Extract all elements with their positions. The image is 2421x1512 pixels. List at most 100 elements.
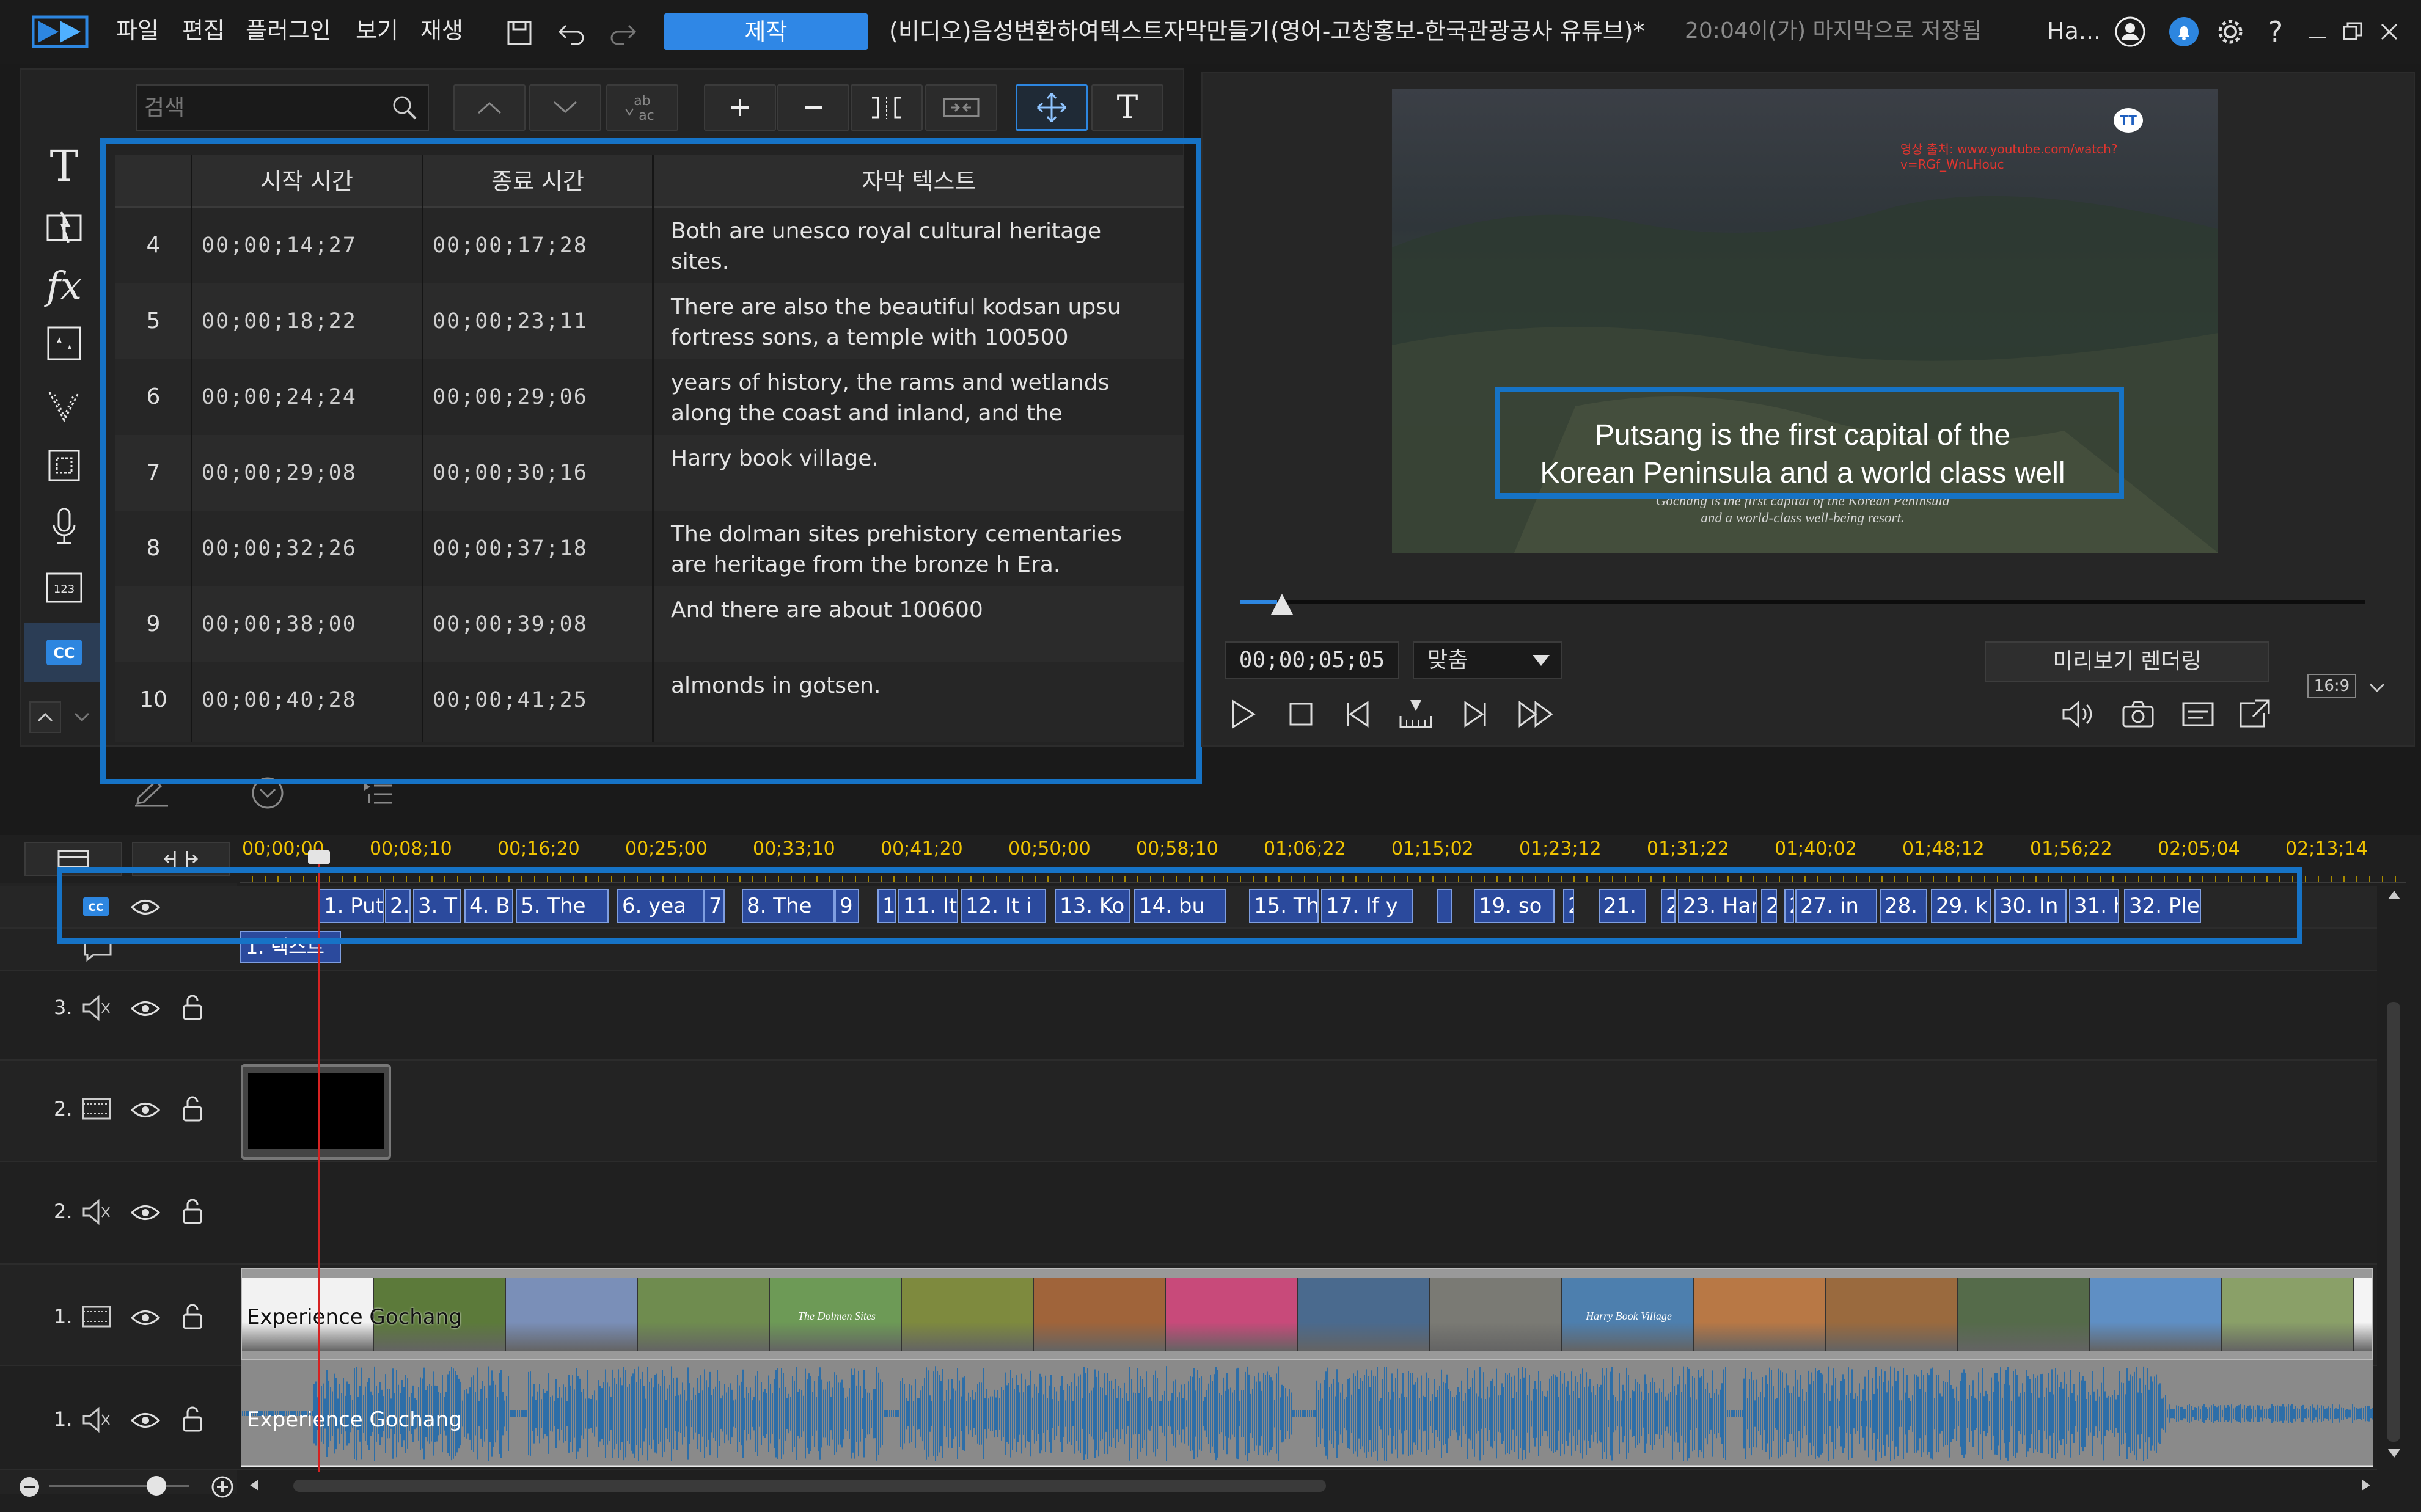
track-label: 2. (54, 1097, 73, 1120)
scroll-left-icon[interactable] (243, 1476, 265, 1494)
main-video-clip[interactable]: The Dolmen Sites Harry Book Village 고창군 Ex… (241, 1268, 2373, 1360)
close-icon[interactable] (2371, 13, 2408, 50)
voice-room-icon[interactable] (37, 501, 92, 552)
vertical-scrollbar[interactable] (2382, 892, 2406, 1469)
scroll-down-icon[interactable] (2382, 1444, 2406, 1463)
restore-icon[interactable] (2334, 13, 2371, 50)
help-icon[interactable]: ? (2257, 13, 2294, 50)
eye-icon[interactable] (128, 995, 163, 1023)
previous-frame-icon[interactable] (1337, 693, 1380, 736)
redo-icon[interactable] (605, 16, 642, 50)
user-icon[interactable] (2112, 13, 2148, 50)
split-subtitle-button[interactable] (851, 84, 923, 131)
scroll-up-icon[interactable] (2382, 886, 2406, 904)
merge-subtitle-button[interactable] (925, 84, 997, 131)
app-logo-icon (31, 13, 92, 50)
undock-icon[interactable] (2233, 693, 2276, 736)
video-thumbnail: The Dolmen Sites (770, 1278, 902, 1351)
aspect-ratio-badge[interactable]: 16:9 (2307, 674, 2356, 698)
save-icon[interactable] (501, 16, 538, 50)
main-audio-clip[interactable]: Experience Gochang (241, 1360, 2373, 1467)
scroll-right-icon[interactable] (2355, 1476, 2377, 1494)
play-icon[interactable] (1222, 693, 1265, 736)
audio-track-3 (0, 971, 2377, 1061)
subtitle-room-tab[interactable]: CC (24, 623, 104, 682)
seek-bar[interactable] (1240, 600, 2365, 604)
camera-icon[interactable] (2117, 693, 2159, 736)
subtitle-toggle-icon[interactable] (2177, 693, 2219, 736)
lock-icon[interactable] (177, 1195, 208, 1228)
pip-room-icon[interactable] (37, 318, 92, 369)
stop-icon[interactable] (1280, 693, 1322, 736)
move-up-button[interactable] (453, 84, 526, 131)
scroll-up-icon[interactable] (29, 701, 61, 733)
ruler-label: 01;06;22 (1264, 838, 1346, 860)
lock-icon[interactable] (177, 1300, 208, 1333)
zoom-fit-select[interactable]: 맞춤 (1413, 641, 1562, 679)
menu-view[interactable]: 보기 (356, 13, 398, 48)
menu-file[interactable]: 파일 (116, 13, 159, 48)
zoom-slider-handle[interactable] (147, 1476, 166, 1496)
video-thumbnail (638, 1278, 770, 1351)
search-input[interactable] (137, 86, 381, 130)
effect-room-icon[interactable]: fx (37, 260, 92, 311)
account-name[interactable]: Ha... (2047, 13, 2101, 49)
speaker-icon (79, 991, 114, 1025)
video-caption-line: and a world-class well-being resort. (1701, 510, 1905, 525)
chapter-room-icon[interactable] (37, 440, 92, 491)
seek-handle[interactable] (1271, 594, 1293, 615)
zoom-in-icon[interactable] (210, 1475, 235, 1499)
lock-icon[interactable] (177, 991, 208, 1024)
horizontal-scrollbar[interactable] (269, 1476, 2346, 1494)
eye-icon[interactable] (128, 1199, 163, 1227)
svg-text:123: 123 (54, 583, 75, 596)
thumbnail-strip: The Dolmen Sites Harry Book Village 고창군 (242, 1278, 2372, 1351)
counter-room-icon[interactable]: 123 (37, 562, 92, 613)
move-down-button[interactable] (529, 84, 601, 131)
scroll-down-icon[interactable] (66, 701, 98, 733)
remove-subtitle-button[interactable] (777, 84, 849, 131)
position-subtitle-button[interactable] (1016, 84, 1088, 131)
menu-edit[interactable]: 편집 (182, 13, 225, 48)
playhead-handle[interactable] (308, 850, 330, 864)
snapshot-marker-icon[interactable] (1394, 693, 1437, 736)
zoom-slider[interactable] (49, 1485, 189, 1487)
saved-time: 20:04이(가) 마지막으로 저장됨 (1685, 18, 1982, 43)
add-subtitle-button[interactable] (704, 84, 776, 131)
video-source-text: 영상 출처: www.youtube.com/watch?v=RGf_WnLHo… (1900, 142, 2118, 172)
fast-forward-icon[interactable] (1513, 693, 1559, 736)
preview-render-button[interactable]: 미리보기 렌더링 (1985, 641, 2269, 682)
transition-room-icon[interactable] (37, 202, 92, 253)
zoom-out-icon[interactable] (17, 1475, 42, 1499)
menu-play[interactable]: 재생 (420, 13, 463, 48)
ruler-label: 02;13;14 (2285, 838, 2368, 860)
eye-icon[interactable] (128, 1304, 163, 1332)
next-frame-icon[interactable] (1453, 693, 1496, 736)
menu-plugins[interactable]: 플러그인 (246, 13, 331, 48)
gear-icon[interactable] (2212, 13, 2249, 50)
eye-icon[interactable] (128, 1096, 163, 1124)
search-box (136, 84, 429, 131)
volume-icon[interactable] (2057, 693, 2100, 736)
produce-button[interactable]: 제작 (664, 13, 868, 50)
video-thumbnail (1166, 1278, 1298, 1351)
search-icon[interactable] (386, 89, 423, 126)
minimize-icon[interactable] (2299, 13, 2335, 50)
replace-text-button[interactable]: ab ac (606, 84, 678, 131)
particle-room-icon[interactable] (37, 379, 92, 430)
chevron-down-icon[interactable] (2365, 676, 2389, 700)
ruler-label: 00;16;20 (497, 838, 580, 860)
video-thumbnail (1694, 1278, 1826, 1351)
lock-icon[interactable] (177, 1092, 208, 1125)
undo-icon[interactable] (553, 16, 590, 50)
notification-icon[interactable] (2166, 13, 2202, 50)
zoom-fit-value: 맞춤 (1427, 648, 1468, 673)
eye-icon[interactable] (128, 1406, 163, 1434)
watermark-logo-icon: TT (2111, 105, 2145, 136)
title-room-icon[interactable]: T (37, 141, 92, 192)
lock-icon[interactable] (177, 1403, 208, 1436)
timecode-display[interactable]: 00;00;05;05 (1225, 641, 1399, 679)
audio-waveform (241, 1366, 2373, 1461)
text-format-button[interactable]: T (1091, 84, 1163, 131)
black-video-clip[interactable] (241, 1064, 391, 1160)
